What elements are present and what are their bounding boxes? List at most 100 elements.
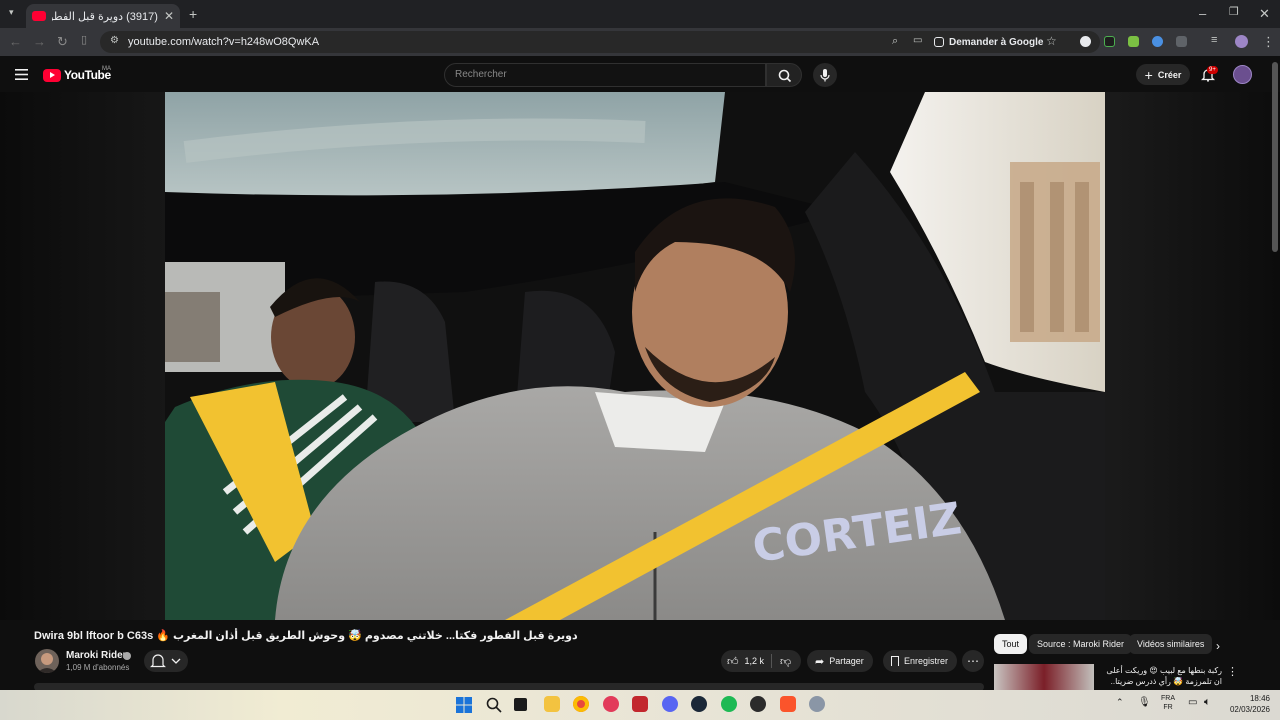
spotify-icon[interactable] <box>721 696 737 712</box>
discord-icon[interactable] <box>662 696 678 712</box>
extensions-puzzle-icon[interactable] <box>1176 36 1187 47</box>
browser-menu-icon[interactable]: ⋮ <box>1262 35 1275 48</box>
more-actions-button[interactable]: ⋯ <box>962 650 984 672</box>
chip-source-channel[interactable]: Source : Maroki Rider <box>1029 634 1133 654</box>
google-lens-icon <box>934 37 944 47</box>
bookmark-icon <box>891 656 899 666</box>
extension-openai-icon[interactable] <box>1080 36 1091 47</box>
tray-overflow-icon[interactable]: ⌃ <box>1116 697 1124 708</box>
back-icon[interactable]: ← <box>9 35 22 48</box>
recommended-video-title[interactable]: ركبة بنطها مع لبيب 😍 وريكت أعلى ان تلمرز… <box>1100 665 1222 687</box>
microphone-icon <box>820 69 830 82</box>
channel-avatar-image <box>37 653 57 673</box>
chip-similar-videos[interactable]: Vidéos similaires <box>1129 634 1213 654</box>
profile-avatar-icon[interactable] <box>1235 35 1248 48</box>
input-language-indicator[interactable]: FRA FR <box>1160 694 1176 712</box>
verified-badge-icon <box>123 652 131 660</box>
extension-blue-icon[interactable] <box>1152 36 1163 47</box>
recommended-title-line-2: ان تلمرزمة 🤯 رأي ذدرس ضريتا.. <box>1110 677 1222 686</box>
zoom-icon[interactable]: ⌕ <box>892 36 898 47</box>
bell-dropdown-icon <box>150 654 181 668</box>
save-label: Enregistrer <box>904 656 949 666</box>
chrome-taskbar-icon[interactable] <box>573 696 589 712</box>
create-button[interactable]: + Créer <box>1136 64 1190 85</box>
voice-search-button[interactable] <box>813 63 837 87</box>
reading-list-icon[interactable]: ≡ <box>1211 35 1217 46</box>
close-window-icon[interactable]: ✕ <box>1259 7 1270 20</box>
app-dark-circle-icon[interactable] <box>750 696 766 712</box>
video-player[interactable]: CORTEIZ <box>165 92 1105 620</box>
file-explorer-icon[interactable] <box>544 696 560 712</box>
more-horizontal-icon: ⋯ <box>967 654 979 668</box>
taskbar-search-icon[interactable] <box>486 697 502 713</box>
site-info-icon[interactable]: ⚙ <box>110 36 119 46</box>
search-icon <box>778 69 792 83</box>
page-scrollbar[interactable] <box>1272 62 1278 252</box>
extension-leaf-icon[interactable] <box>1128 36 1139 47</box>
like-button[interactable]: 👍︎ 1,2 k <box>721 655 771 668</box>
notification-count-badge: 9+ <box>1207 66 1218 74</box>
save-button[interactable]: Enregistrer <box>883 650 957 672</box>
brave-icon[interactable] <box>780 696 796 712</box>
clock-date: 02/03/2026 <box>1229 705 1270 714</box>
app-red-a-icon[interactable] <box>632 696 648 712</box>
share-arrow-icon: ➦ <box>815 655 825 668</box>
lang-code-2: FR <box>1163 704 1173 711</box>
bookmark-star-icon[interactable]: ☆ <box>1046 35 1057 47</box>
reload-icon[interactable]: ↻ <box>57 35 68 48</box>
youtube-play-icon <box>43 68 61 82</box>
lang-code-1: FRA <box>1161 695 1175 702</box>
plus-icon: + <box>1144 66 1153 83</box>
channel-avatar[interactable] <box>35 649 59 673</box>
new-tab-icon[interactable]: + <box>189 7 197 21</box>
tray-mic-icon[interactable]: 🎙︎ <box>1138 697 1151 708</box>
tab-search-chevron-icon[interactable]: ▾ <box>9 8 14 17</box>
tab-close-icon[interactable]: ✕ <box>164 9 174 23</box>
restore-window-icon[interactable]: ❐ <box>1229 7 1239 18</box>
video-frame: CORTEIZ <box>165 92 1105 620</box>
youtube-favicon-icon <box>32 11 46 21</box>
ask-google-button[interactable]: Demander à Google <box>934 33 1043 51</box>
recommended-title-line-1: ركبة بنطها مع لبيب 😍 وريكت أعلى <box>1106 666 1222 675</box>
recommended-menu-icon[interactable]: ⋮ <box>1227 665 1238 678</box>
youtube-logo[interactable]: YouTube <box>43 68 111 82</box>
settings-gear-icon[interactable] <box>809 696 825 712</box>
recommended-video-thumbnail[interactable] <box>994 664 1094 690</box>
like-dislike-group: 👍︎ 1,2 k 👎︎ <box>721 650 801 672</box>
browser-tab-active[interactable]: (3917) دويرة قبل الفطور فكتا... ✕ <box>26 4 180 28</box>
tab-title: (3917) دويرة قبل الفطور فكتا... <box>52 10 158 23</box>
app-red-circle-icon[interactable] <box>603 696 619 712</box>
cast-icon[interactable]: ▭ <box>913 36 922 46</box>
video-title: Dwira 9bl lftoor b C63s 🔥 دويرة قبل الفط… <box>34 630 578 642</box>
channel-name[interactable]: Maroki Rider <box>66 650 127 661</box>
subscriber-count: 1,09 M d'abonnés <box>66 663 130 672</box>
task-view-icon[interactable] <box>514 698 527 711</box>
url-text[interactable]: youtube.com/watch?v=h248wO8QwKA <box>128 36 319 48</box>
windows-start-icon[interactable] <box>456 697 472 713</box>
ask-google-label: Demander à Google <box>949 36 1044 48</box>
share-button[interactable]: ➦ Partager <box>807 650 873 672</box>
network-icon[interactable]: ▭ <box>1188 697 1197 708</box>
account-avatar[interactable] <box>1233 65 1252 84</box>
clock-time: 18:46 <box>1249 694 1270 703</box>
chip-all[interactable]: Tout <box>994 634 1028 654</box>
system-clock[interactable]: 18:46 02/03/2026 <box>1226 693 1270 715</box>
chips-next-chevron-icon[interactable]: › <box>1216 639 1220 653</box>
steam-icon[interactable] <box>691 696 707 712</box>
like-count: 1,2 k <box>744 656 765 666</box>
extension-terminal-icon[interactable] <box>1104 36 1115 47</box>
forward-icon[interactable]: → <box>33 35 46 48</box>
thumb-up-icon: 👍︎ <box>727 655 739 668</box>
volume-icon[interactable]: 🔈︎ <box>1204 696 1211 709</box>
dislike-button[interactable]: 👎︎ <box>772 655 791 668</box>
subscription-bell-button[interactable] <box>144 650 188 672</box>
search-button[interactable] <box>766 63 802 87</box>
thumb-down-icon: 👎︎ <box>780 655 792 668</box>
region-code: MA <box>102 66 111 72</box>
search-placeholder: Rechercher <box>455 69 507 80</box>
hamburger-menu-icon[interactable] <box>15 69 28 80</box>
share-label: Partager <box>829 656 864 666</box>
create-label: Créer <box>1157 69 1182 80</box>
split-view-icon[interactable]: ▯ <box>81 35 87 46</box>
minimize-window-icon[interactable]: – <box>1199 7 1206 20</box>
